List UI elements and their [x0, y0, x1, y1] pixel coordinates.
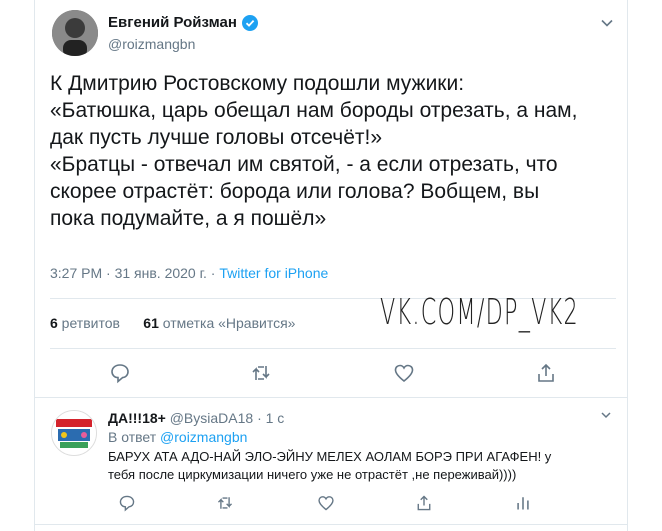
reply-icon[interactable]	[118, 494, 136, 512]
author-name[interactable]: Евгений Ройзман	[108, 14, 258, 31]
tweet-timestamp: 3:27 PM · 31 янв. 2020 г. · Twitter for …	[50, 265, 328, 281]
chevron-down-icon[interactable]	[600, 16, 614, 30]
retweet-icon[interactable]	[250, 362, 272, 384]
heart-icon[interactable]	[393, 362, 415, 384]
divider	[34, 524, 628, 525]
author-name-text[interactable]: Евгений Ройзман	[108, 14, 237, 31]
share-icon[interactable]	[415, 494, 433, 512]
reply-icon[interactable]	[109, 362, 131, 384]
reply-author-handle[interactable]: @BysiaDA18 · 1 с	[166, 410, 285, 426]
chevron-down-icon[interactable]	[600, 409, 612, 421]
author-avatar[interactable]	[52, 10, 98, 56]
reply-author[interactable]: ДА!!!18+ @BysiaDA18 · 1 с	[108, 410, 284, 426]
divider	[50, 348, 616, 349]
reply-author-name[interactable]: ДА!!!18+	[108, 410, 166, 426]
retweet-icon[interactable]	[216, 494, 234, 512]
share-icon[interactable]	[535, 362, 557, 384]
analytics-icon[interactable]	[514, 494, 532, 512]
source-link[interactable]: Twitter for iPhone	[219, 265, 328, 281]
tweet-text: К Дмитрию Ростовскому подошли мужики: «Б…	[50, 72, 578, 230]
watermark-text: VK.COM/DP_VK2	[380, 292, 579, 333]
verified-badge-icon	[241, 14, 258, 31]
likes-stat[interactable]: 61 отметка «Нравится»	[143, 315, 295, 331]
retweets-stat[interactable]: 6 ретвитов	[50, 315, 120, 331]
reply-text: БАРУХ АТА АДО-НАЙ ЭЛО-ЭЙНУ МЕЛЕХ АОЛАМ Б…	[108, 449, 552, 482]
timestamp-text[interactable]: 3:27 PM · 31 янв. 2020 г. ·	[50, 265, 219, 281]
tweet-stats: 6 ретвитов 61 отметка «Нравится»	[50, 315, 295, 331]
reply-author-avatar[interactable]	[51, 410, 97, 456]
divider	[34, 397, 628, 398]
reply-to-line: В ответ @roizmangbn	[108, 429, 248, 445]
author-handle[interactable]: @roizmangbn	[108, 36, 195, 52]
reply-to-handle[interactable]: @roizmangbn	[160, 429, 247, 445]
heart-icon[interactable]	[317, 494, 335, 512]
